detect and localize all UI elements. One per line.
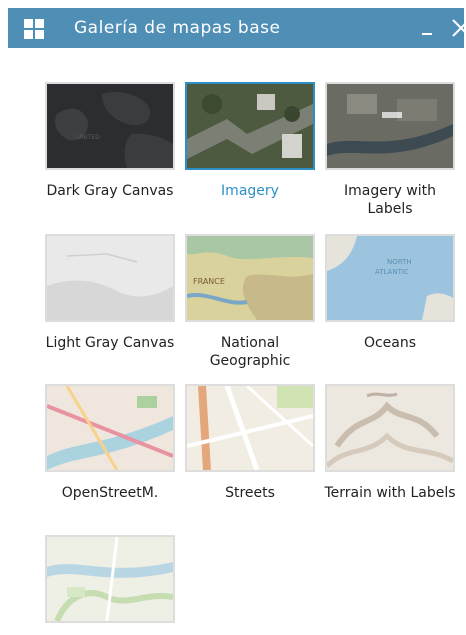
grid-icon (24, 19, 44, 39)
svg-text:UNITED: UNITED (77, 134, 100, 141)
basemap-thumbnail-streets (185, 384, 315, 472)
oceans-map-icon: NORTH ATLANTIC (327, 236, 453, 320)
basemap-item-topographic[interactable] (40, 535, 180, 635)
basemap-label: Imagery with Labels (343, 183, 437, 217)
close-icon (452, 19, 466, 37)
basemap-item-imagery[interactable]: Imagery (180, 82, 320, 200)
basemap-thumbnail-topographic (45, 535, 175, 623)
basemap-item-dark-gray-canvas[interactable]: UNITED Dark Gray Canvas (40, 82, 180, 200)
basemap-label: Imagery (221, 183, 279, 199)
svg-text:ATLANTIC: ATLANTIC (375, 268, 409, 276)
basemap-label: Terrain with Labels (324, 485, 456, 501)
basemap-thumbnail-imagery-labels (325, 82, 455, 170)
basemap-thumbnail-oceans: NORTH ATLANTIC (325, 234, 455, 322)
minimize-button[interactable] (416, 16, 440, 40)
topographic-map-icon (47, 537, 173, 621)
openstreetmap-map-icon (47, 386, 173, 470)
svg-text:FRANCE: FRANCE (193, 277, 225, 286)
basemap-item-oceans[interactable]: NORTH ATLANTIC Oceans (320, 234, 460, 352)
panel-titlebar: Galería de mapas base (8, 8, 466, 48)
basemap-item-light-gray-canvas[interactable]: Light Gray Canvas (40, 234, 180, 352)
basemap-item-national-geographic[interactable]: FRANCE National Geographic (180, 234, 320, 370)
dark-gray-map-icon: UNITED (47, 84, 173, 168)
svg-text:NORTH: NORTH (387, 258, 412, 266)
basemap-label: Streets (225, 485, 275, 501)
basemap-thumbnail-openstreetmap (45, 384, 175, 472)
basemap-item-streets[interactable]: Streets (180, 384, 320, 502)
basemap-label: OpenStreetM. (61, 485, 159, 501)
close-button[interactable] (449, 16, 466, 40)
basemap-item-terrain-with-labels[interactable]: Terrain with Labels (320, 384, 460, 502)
basemap-thumbnail-national-geographic: FRANCE (185, 234, 315, 322)
imagery-labels-map-icon (327, 84, 453, 168)
light-gray-map-icon (47, 236, 173, 320)
minimize-icon (422, 33, 432, 35)
basemap-label: Dark Gray Canvas (46, 183, 174, 199)
basemap-label: Light Gray Canvas (45, 335, 175, 351)
terrain-map-icon (327, 386, 453, 470)
basemap-item-imagery-with-labels[interactable]: Imagery with Labels (320, 82, 460, 218)
basemap-label: National Geographic (209, 335, 291, 369)
panel-title: Galería de mapas base (74, 18, 281, 38)
basemap-thumbnail-terrain (325, 384, 455, 472)
imagery-map-icon (187, 84, 313, 168)
basemap-item-openstreetmap[interactable]: OpenStreetM. (40, 384, 180, 502)
streets-map-icon (187, 386, 313, 470)
basemap-thumbnail-imagery (185, 82, 315, 170)
basemap-label: Oceans (363, 335, 417, 351)
basemap-thumbnail-dark-gray: UNITED (45, 82, 175, 170)
basemap-thumbnail-light-gray (45, 234, 175, 322)
basemap-gallery-panel: Galería de mapas base UNITED Dark Gray C… (0, 0, 466, 635)
national-geographic-map-icon: FRANCE (187, 236, 313, 320)
